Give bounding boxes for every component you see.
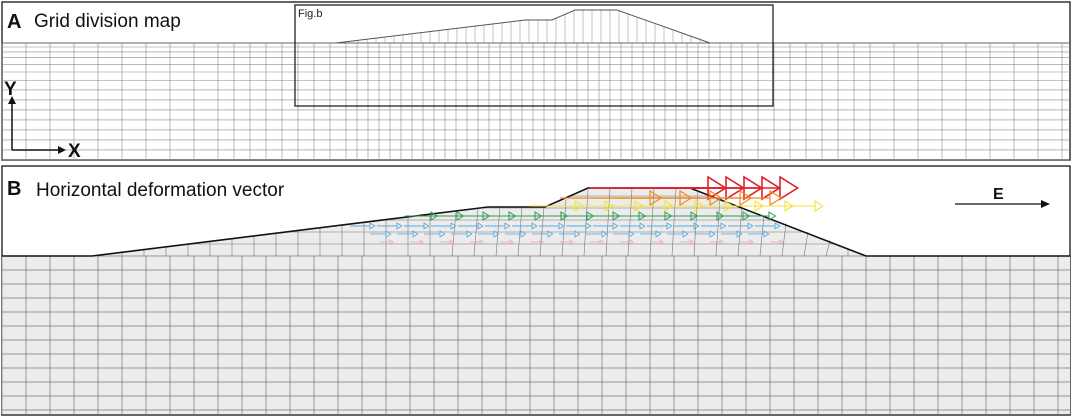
- panel-a-letter: A: [7, 11, 21, 33]
- east-label: E: [993, 186, 1004, 203]
- y-axis-label: Y: [4, 79, 17, 100]
- panel-a: Fig.b A Grid division map Y X: [1, 1, 1071, 162]
- x-axis-label: X: [68, 141, 81, 162]
- panel-b-letter: B: [7, 178, 21, 200]
- panel-b: B Horizontal deformation vector E: [1, 165, 1071, 416]
- panel-a-title: Grid division map: [34, 11, 181, 32]
- panel-b-title: Horizontal deformation vector: [36, 180, 285, 201]
- figure-canvas: Fig.b A Grid division map Y X B Horizont…: [1, 1, 1071, 416]
- fig-b-inset-label: Fig.b: [298, 8, 322, 20]
